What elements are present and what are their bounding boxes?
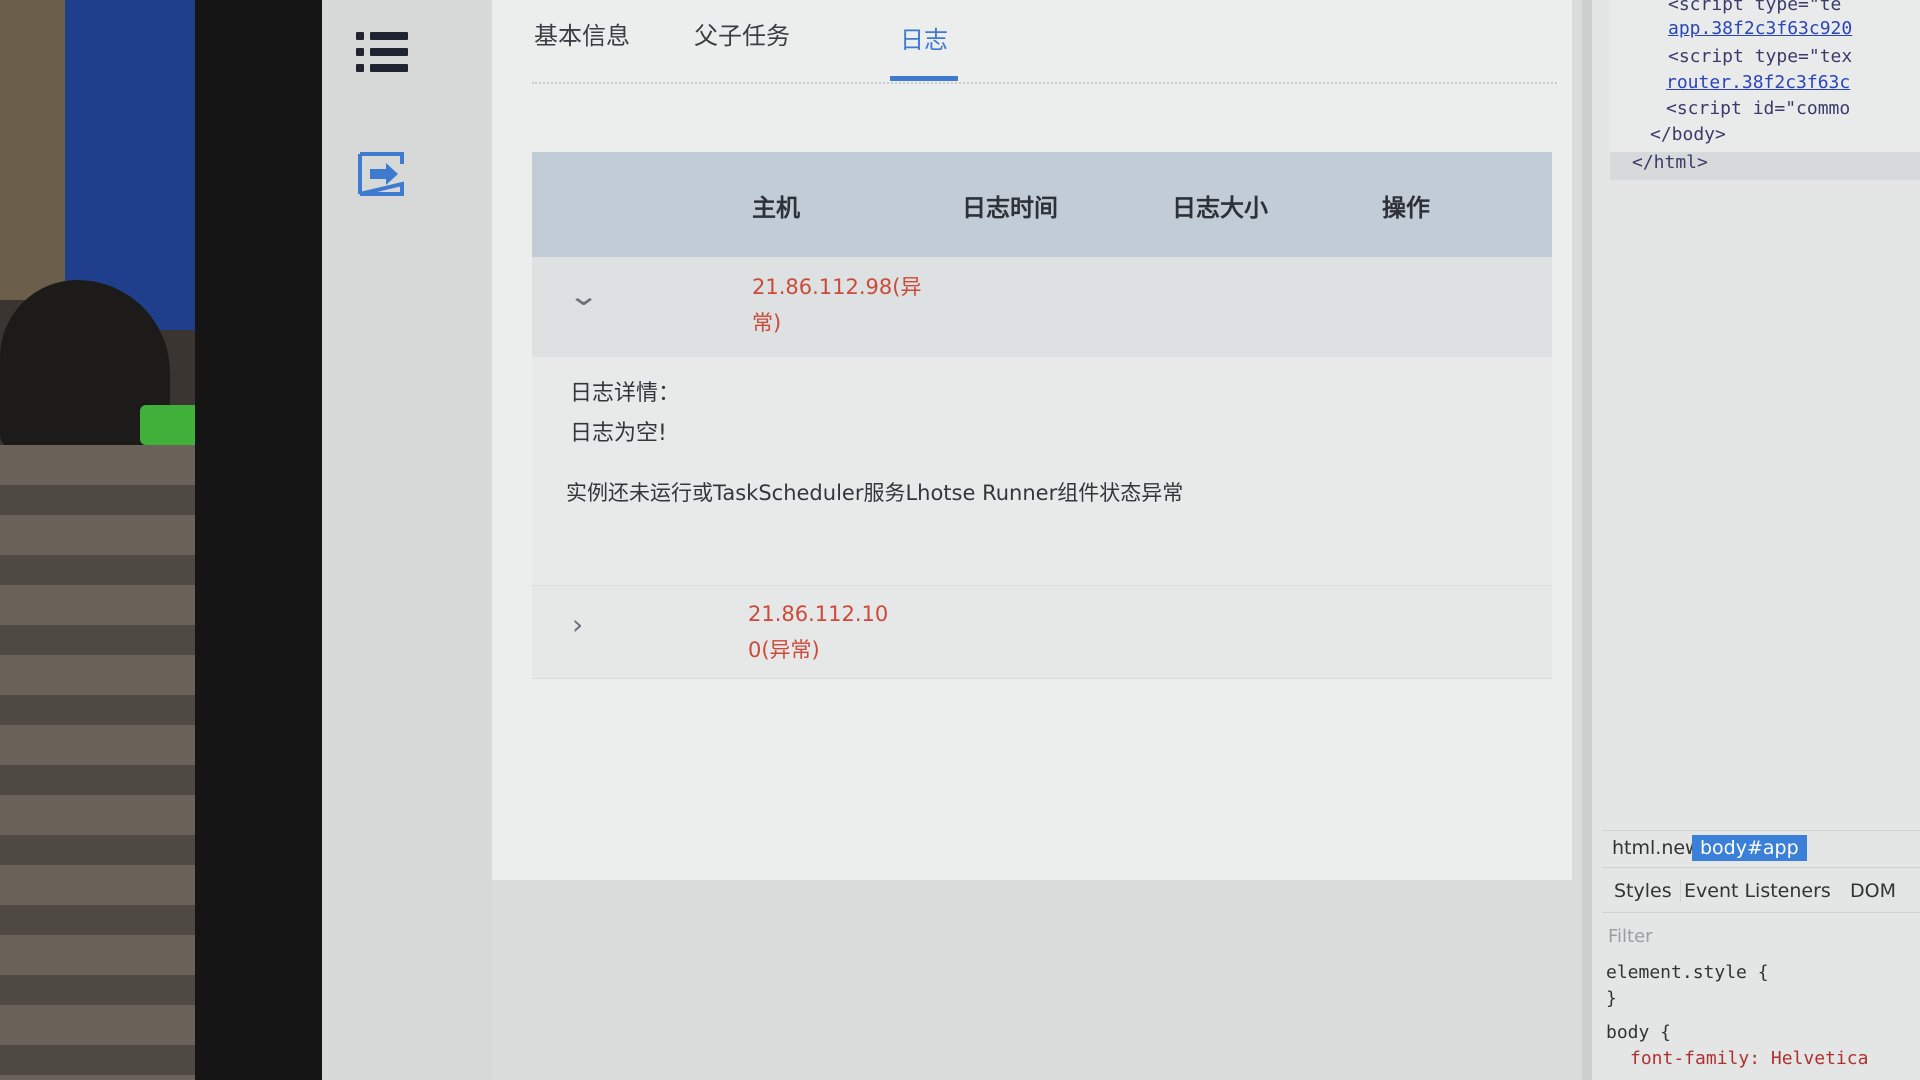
background-green-object bbox=[140, 405, 200, 445]
menu-dot bbox=[356, 32, 364, 40]
background-shelf bbox=[0, 445, 200, 1080]
tab-basic-info[interactable]: 基本信息 bbox=[534, 16, 630, 51]
log-detail-label: 日志详情： bbox=[570, 381, 681, 406]
menu-bar bbox=[370, 32, 408, 40]
chevron-down-icon[interactable]: ⌄ bbox=[567, 279, 600, 312]
tab-dom[interactable]: DOM bbox=[1850, 880, 1896, 902]
photo-background bbox=[0, 0, 322, 1080]
log-status-message: 实例还未运行或TaskScheduler服务Lhotse Runner组件状态异… bbox=[566, 481, 1184, 505]
tab-log[interactable]: 日志 bbox=[900, 20, 948, 55]
tab-bar: 基本信息 父子任务 日志 bbox=[532, 0, 1557, 84]
host-text: 0(异常) bbox=[748, 638, 820, 662]
tab-event-listeners[interactable]: Event Listeners bbox=[1684, 880, 1831, 902]
tab-parent-child-tasks[interactable]: 父子任务 bbox=[694, 16, 790, 51]
code-line: </body> bbox=[1650, 124, 1726, 145]
task-detail-card: 基本信息 父子任务 日志 主机 日志时间 日志大小 操作 ⌄ 21.86.112… bbox=[492, 0, 1572, 880]
host-cell: 21.86.112.10 0(异常) bbox=[748, 596, 928, 668]
code-link[interactable]: app.38f2c3f63c920 bbox=[1668, 18, 1852, 39]
log-table: 主机 日志时间 日志大小 操作 ⌄ 21.86.112.98(异 常) 日志详情… bbox=[532, 152, 1552, 679]
menu-dot bbox=[356, 48, 364, 56]
host-cell: 21.86.112.98(异 常) bbox=[752, 269, 932, 341]
active-tab-indicator bbox=[890, 76, 958, 81]
list-menu-icon[interactable] bbox=[356, 30, 410, 74]
column-header-host: 主机 bbox=[752, 194, 800, 222]
elements-source-view[interactable]: <script type="te app.38f2c3f63c920 <scri… bbox=[1610, 0, 1920, 180]
column-header-actions: 操作 bbox=[1382, 194, 1430, 222]
style-rule-line: } bbox=[1606, 988, 1617, 1009]
breadcrumb-body[interactable]: body#app bbox=[1692, 835, 1807, 861]
devtools-subtabs: Styles Event Listeners DOM bbox=[1602, 870, 1920, 913]
table-row[interactable]: ⌄ 21.86.112.98(异 常) bbox=[532, 257, 1552, 357]
host-text: 常) bbox=[752, 311, 782, 335]
dom-breadcrumb: html.new body#app bbox=[1602, 830, 1920, 868]
style-property-line: font-family: Helvetica bbox=[1630, 1048, 1869, 1069]
code-link[interactable]: router.38f2c3f63c bbox=[1666, 72, 1850, 93]
menu-bar bbox=[370, 64, 408, 72]
code-line: <script type="te bbox=[1668, 0, 1842, 15]
background-wall bbox=[0, 0, 70, 300]
monitor-bezel bbox=[195, 0, 322, 1080]
exit-arrow-icon[interactable] bbox=[356, 152, 406, 196]
log-empty-text: 日志为空! bbox=[570, 421, 667, 446]
code-line: <script type="tex bbox=[1668, 46, 1853, 67]
column-header-log-size: 日志大小 bbox=[1172, 194, 1268, 222]
menu-bar bbox=[370, 48, 408, 56]
table-row[interactable]: › 21.86.112.10 0(异常) bbox=[532, 586, 1552, 679]
chevron-right-icon[interactable]: › bbox=[572, 608, 583, 641]
column-header-log-time: 日志时间 bbox=[962, 194, 1058, 222]
tab-styles[interactable]: Styles bbox=[1614, 880, 1681, 902]
host-text: 21.86.112.98(异 bbox=[752, 275, 922, 299]
style-rule-line: element.style { bbox=[1606, 962, 1769, 983]
code-line: <script id="commo bbox=[1666, 98, 1851, 119]
screen: 基本信息 父子任务 日志 主机 日志时间 日志大小 操作 ⌄ 21.86.112… bbox=[322, 0, 1920, 1080]
style-rule-line: body { bbox=[1606, 1022, 1672, 1043]
table-header: 主机 日志时间 日志大小 操作 bbox=[532, 152, 1552, 257]
code-line: </html> bbox=[1632, 152, 1708, 173]
log-detail-panel: 日志详情： 日志为空! 实例还未运行或TaskScheduler服务Lhotse… bbox=[532, 357, 1552, 586]
styles-filter-input[interactable]: Filter bbox=[1608, 926, 1918, 947]
side-toolbar bbox=[322, 0, 492, 1080]
devtools-panel: <script type="te app.38f2c3f63c920 <scri… bbox=[1582, 0, 1920, 1080]
menu-dot bbox=[356, 64, 364, 72]
host-text: 21.86.112.10 bbox=[748, 602, 889, 626]
